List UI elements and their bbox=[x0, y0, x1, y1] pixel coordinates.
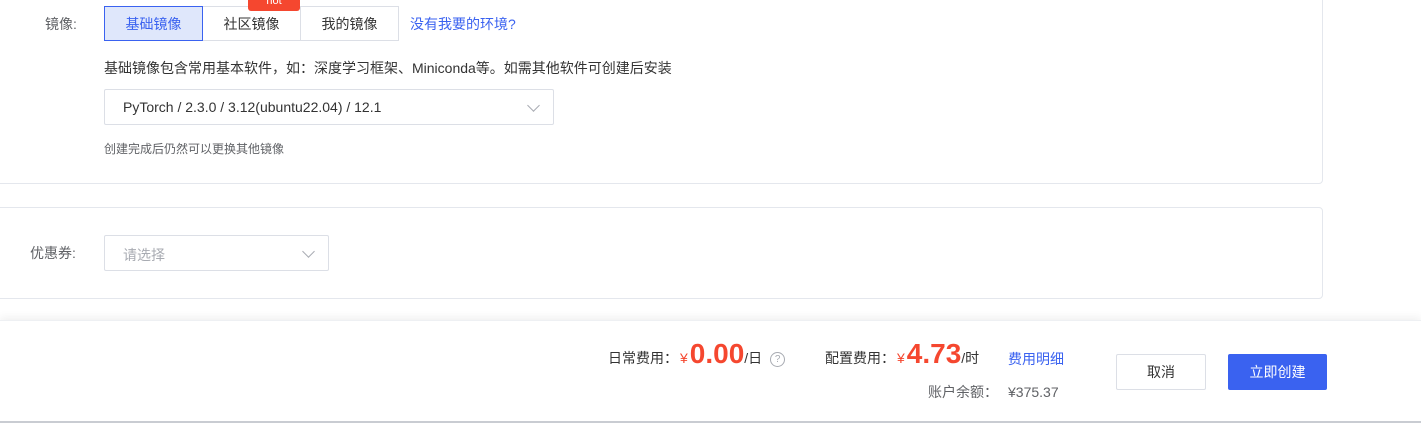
cancel-button-label: 取消 bbox=[1147, 364, 1175, 380]
no-env-link[interactable]: 没有我要的环境? bbox=[410, 14, 516, 34]
tab-community-image[interactable]: 社区镜像 bbox=[202, 6, 301, 41]
chevron-down-icon bbox=[527, 99, 540, 112]
daily-fee-unit: /日 bbox=[744, 350, 763, 366]
config-fee-amount: 4.73 bbox=[906, 338, 962, 369]
daily-fee-currency: ¥ bbox=[680, 350, 688, 366]
tab-basic-image-label: 基础镜像 bbox=[125, 15, 182, 32]
tab-basic-image[interactable]: 基础镜像 bbox=[104, 6, 203, 41]
daily-fee: 日常费用： ¥ 0.00 /日 ? bbox=[608, 338, 786, 372]
hot-badge: hot bbox=[248, 0, 300, 11]
image-label: 镜像: bbox=[45, 16, 77, 32]
question-circle-icon[interactable]: ? bbox=[770, 352, 786, 367]
image-type-tabs: 基础镜像 社区镜像 我的镜像 bbox=[104, 6, 399, 41]
fee-detail-link[interactable]: 费用明细 bbox=[1008, 349, 1064, 369]
image-description: 基础镜像包含常用基本软件，如：深度学习框架、Miniconda等。如需其他软件可… bbox=[104, 60, 672, 76]
daily-fee-label: 日常费用： bbox=[608, 350, 678, 366]
tab-community-image-label: 社区镜像 bbox=[223, 15, 280, 32]
account-balance: 账户余额： ¥375.37 bbox=[928, 382, 1059, 402]
image-select[interactable]: PyTorch / 2.3.0 / 3.12(ubuntu22.04) / 12… bbox=[104, 89, 554, 125]
create-now-button[interactable]: 立即创建 bbox=[1228, 354, 1327, 390]
tab-my-image-label: 我的镜像 bbox=[321, 15, 378, 32]
config-fee: 配置费用： ¥ 4.73 /时 bbox=[825, 338, 979, 372]
image-select-value: PyTorch / 2.3.0 / 3.12(ubuntu22.04) / 12… bbox=[123, 99, 382, 115]
coupon-select[interactable]: 请选择 bbox=[104, 235, 329, 271]
config-fee-unit: /时 bbox=[961, 350, 980, 366]
config-fee-currency: ¥ bbox=[897, 350, 905, 366]
coupon-select-placeholder: 请选择 bbox=[123, 247, 165, 263]
tab-my-image[interactable]: 我的镜像 bbox=[300, 6, 399, 41]
create-instance-page: 镜像: 基础镜像 社区镜像 我的镜像 hot 没有我要的环境? 基础镜像包含常用… bbox=[0, 0, 1421, 423]
image-hint: 创建完成后仍然可以更换其他镜像 bbox=[104, 142, 285, 156]
balance-label: 账户余额： bbox=[928, 384, 998, 400]
config-fee-label: 配置费用： bbox=[825, 350, 895, 366]
daily-fee-amount: 0.00 bbox=[689, 338, 745, 369]
cancel-button[interactable]: 取消 bbox=[1116, 354, 1206, 390]
coupon-label: 优惠券: bbox=[30, 245, 76, 261]
chevron-down-icon bbox=[302, 245, 315, 258]
create-now-button-label: 立即创建 bbox=[1249, 364, 1306, 380]
balance-value: ¥375.37 bbox=[1008, 384, 1059, 400]
